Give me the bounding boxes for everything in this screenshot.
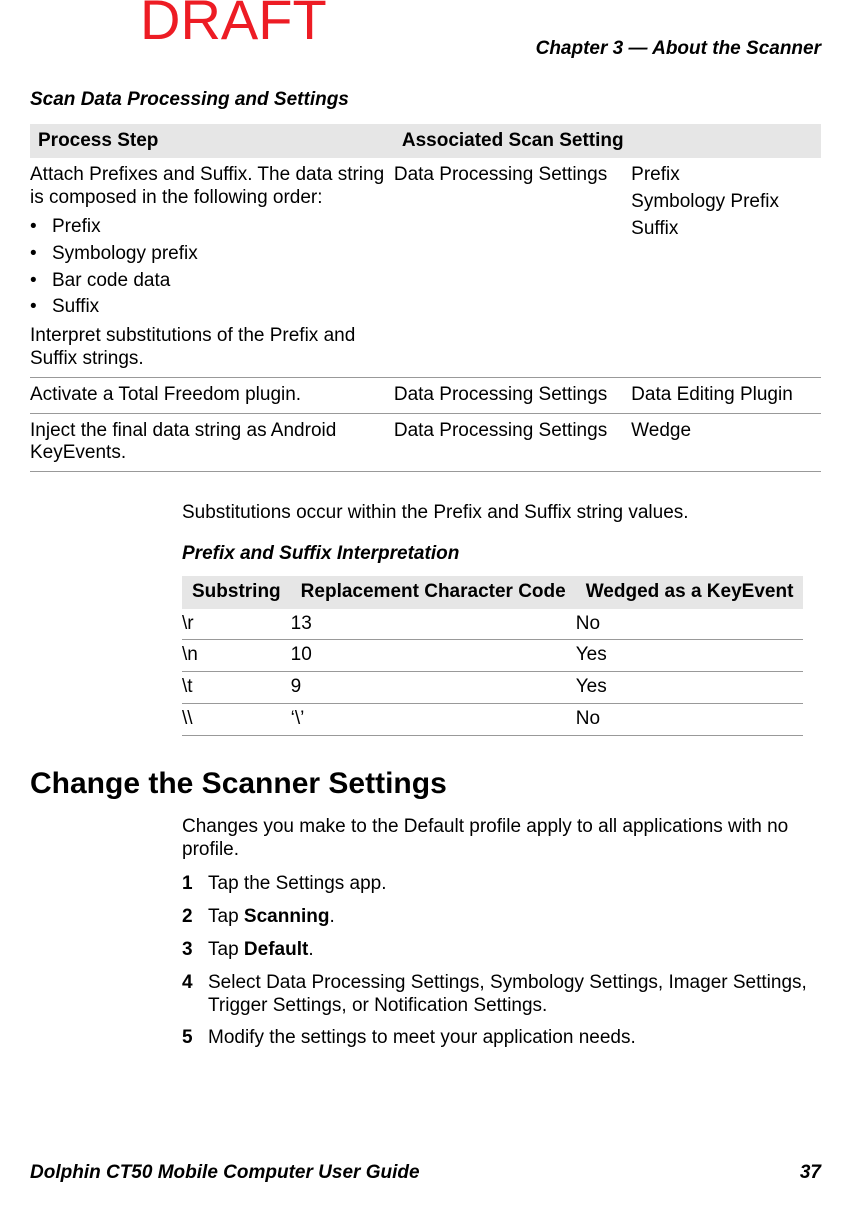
row1-setting-a: Data Processing Settings (394, 377, 631, 413)
step-2-pre: Tap (208, 906, 244, 927)
list-item: Prefix (30, 216, 386, 239)
draft-watermark: DRAFT (140, 0, 327, 53)
row0-setting-b-0: Prefix (631, 164, 813, 187)
t2-r3-c2: No (576, 703, 804, 735)
row0-intro: Attach Prefixes and Suffix. The data str… (30, 164, 386, 210)
list-item: Bar code data (30, 270, 386, 293)
page-number: 37 (800, 1162, 821, 1185)
section-intro: Changes you make to the Default profile … (182, 816, 821, 862)
step-1-text: Tap the Settings app. (208, 873, 387, 894)
row2-setting-b: Wedge (631, 413, 821, 472)
t2-r2-c0: \t (182, 672, 291, 704)
row0-setting-a: Data Processing Settings (394, 158, 631, 377)
step-3-post: . (308, 939, 313, 960)
section-heading: Change the Scanner Settings (30, 766, 821, 802)
t2-r0-c0: \r (182, 609, 291, 640)
step-4-text: Select Data Processing Settings, Symbolo… (208, 972, 807, 1016)
row0-setting-b-1: Symbology Prefix (631, 191, 813, 214)
list-item: Symbology prefix (30, 243, 386, 266)
step-4: Select Data Processing Settings, Symbolo… (182, 972, 821, 1018)
t2-r1-c0: \n (182, 640, 291, 672)
table-row: Inject the final data string as Android … (30, 413, 821, 472)
table1-header-1: Associated Scan Setting (394, 124, 821, 159)
table2-header-2: Wedged as a KeyEvent (576, 576, 804, 609)
t2-r1-c1: 10 (291, 640, 576, 672)
step-2-post: . (329, 906, 334, 927)
t2-r2-c2: Yes (576, 672, 804, 704)
step-3-bold: Default (244, 939, 308, 960)
t2-r0-c1: 13 (291, 609, 576, 640)
table-row: \r 13 No (182, 609, 803, 640)
table2-header-0: Substring (182, 576, 291, 609)
step-3: Tap Default. (182, 939, 821, 962)
t2-r3-c0: \\ (182, 703, 291, 735)
row2-setting-a: Data Processing Settings (394, 413, 631, 472)
table-row: \\ ‘\’ No (182, 703, 803, 735)
substitutions-paragraph: Substitutions occur within the Prefix an… (182, 502, 821, 525)
step-1: Tap the Settings app. (182, 873, 821, 896)
step-3-pre: Tap (208, 939, 244, 960)
list-item: Suffix (30, 296, 386, 319)
table-row: Attach Prefixes and Suffix. The data str… (30, 158, 821, 377)
row0-setting-b-2: Suffix (631, 218, 813, 241)
scan-data-table: Process Step Associated Scan Setting Att… (30, 124, 821, 473)
table1-caption: Scan Data Processing and Settings (30, 89, 821, 112)
step-2: Tap Scanning. (182, 906, 821, 929)
step-5: Modify the settings to meet your applica… (182, 1027, 821, 1050)
row1-step: Activate a Total Freedom plugin. (30, 377, 394, 413)
t2-r2-c1: 9 (291, 672, 576, 704)
prefix-suffix-table: Substring Replacement Character Code Wed… (182, 576, 803, 736)
t2-r3-c1: ‘\’ (291, 703, 576, 735)
row1-setting-b: Data Editing Plugin (631, 377, 821, 413)
table-row: Activate a Total Freedom plugin. Data Pr… (30, 377, 821, 413)
table-row: \t 9 Yes (182, 672, 803, 704)
t2-r0-c2: No (576, 609, 804, 640)
step-5-text: Modify the settings to meet your applica… (208, 1027, 636, 1048)
table1-header-0: Process Step (30, 124, 394, 159)
row0-outro: Interpret substitutions of the Prefix an… (30, 325, 386, 371)
table2-caption: Prefix and Suffix Interpretation (182, 543, 821, 566)
table-row: \n 10 Yes (182, 640, 803, 672)
table2-header-1: Replacement Character Code (291, 576, 576, 609)
footer-left: Dolphin CT50 Mobile Computer User Guide (30, 1162, 420, 1185)
row2-step: Inject the final data string as Android … (30, 413, 394, 472)
step-2-bold: Scanning (244, 906, 330, 927)
t2-r1-c2: Yes (576, 640, 804, 672)
